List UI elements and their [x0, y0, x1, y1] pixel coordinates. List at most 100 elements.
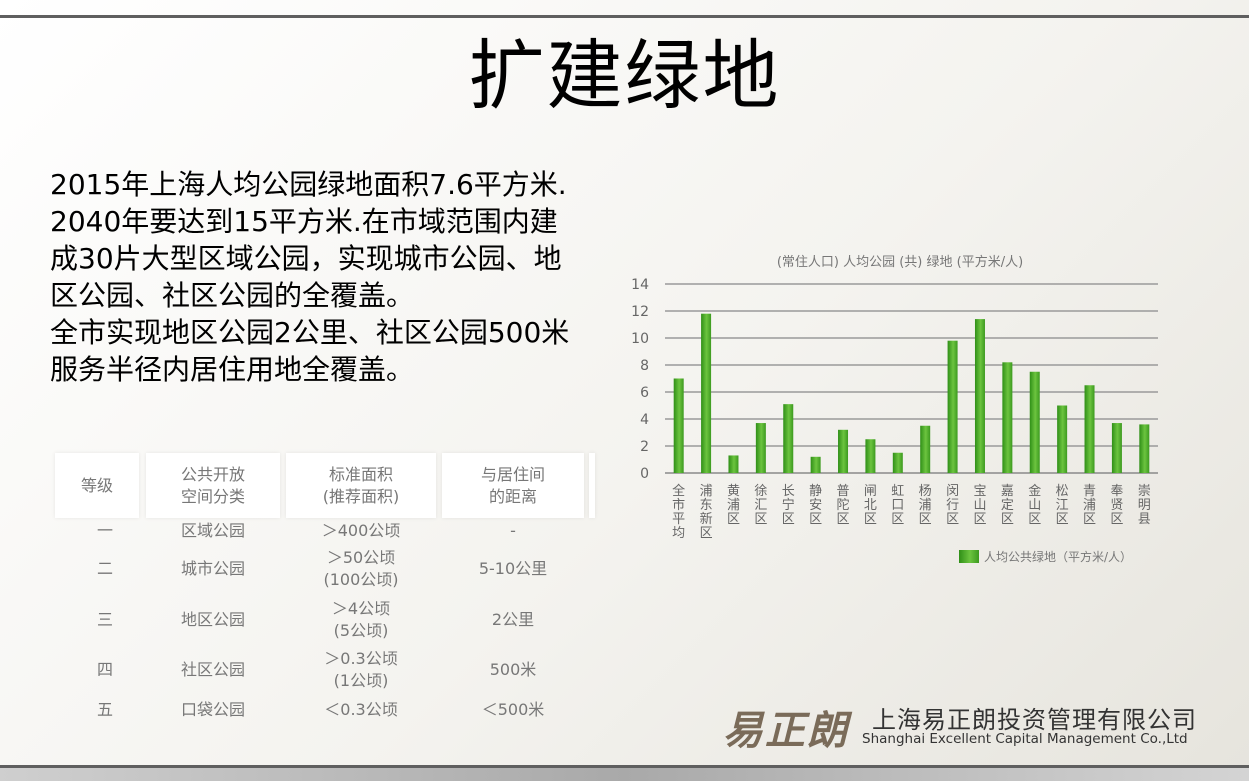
- bottom-strip: [0, 768, 1249, 781]
- bar-7: [865, 439, 876, 473]
- table-header-cell: 等级: [55, 453, 139, 518]
- bar-9: [920, 425, 931, 473]
- y-tick-label: 10: [631, 331, 649, 347]
- bar-2: [728, 455, 739, 473]
- cell-type: 地区公园: [180, 610, 245, 629]
- cell-area: ＜0.3公顷: [286, 695, 436, 725]
- company-name-en: Shanghai Excellent Capital Management Co…: [862, 731, 1188, 747]
- table-row: 四 社区公园 ＞0.3公顷 (1公顷) 500米: [55, 645, 595, 695]
- cell-type: 口袋公园: [180, 700, 245, 719]
- table-row: 五 口袋公园 ＜0.3公顷 ＜500米: [55, 695, 595, 725]
- x-tick-label: 宝山区: [973, 484, 986, 527]
- x-tick-label: 闵行区: [946, 484, 959, 527]
- cell-area-line-2: (1公顷): [333, 671, 389, 690]
- x-tick-label: 普陀区: [837, 484, 850, 527]
- bar-1: [701, 313, 712, 473]
- company-logo-mark: 易正朗: [723, 707, 849, 754]
- bar-15: [1084, 385, 1095, 473]
- chart-legend: 人均公共绿地（平方米/人）: [959, 549, 1132, 564]
- table-header-cell: 标准面积 (推荐面积): [286, 453, 436, 518]
- y-tick-label: 6: [640, 385, 649, 401]
- header-distance-line-1: 与居住间: [480, 464, 545, 484]
- legend-swatch: [959, 550, 979, 563]
- cell-area: ＞0.3公顷 (1公顷): [286, 645, 436, 695]
- bar-8: [892, 452, 903, 473]
- cell-level: 一: [96, 520, 113, 540]
- body-line-3: 全市实现地区公园2公里、社区公园500米服务半径内居住用地全覆盖。: [50, 316, 570, 386]
- x-tick-label: 闸北区: [864, 484, 877, 527]
- cell-area-line-2: (100公顷): [323, 570, 399, 589]
- cell-area-line-1: ＞400公顷: [321, 520, 401, 540]
- x-tick-label: 青浦区: [1083, 484, 1096, 527]
- x-tick-label: 黄浦区: [727, 484, 740, 527]
- cell-distance: 2公里: [491, 610, 535, 629]
- header-distance-line-2: 的距离: [488, 486, 537, 506]
- bar-13: [1029, 371, 1040, 473]
- chart-title: (常住人口) 人均公园 (共) 绿地 (平方米/人): [777, 254, 1023, 270]
- cell-type: 区域公园: [180, 520, 245, 540]
- x-tick-label: 嘉定区: [1001, 484, 1014, 527]
- body-text: 2015年上海人均公园绿地面积7.6平方米. 2040年要达到15平方米.在市域…: [50, 166, 585, 388]
- cell-area: ＞50公顷 (100公顷): [286, 543, 436, 595]
- bar-12: [1002, 362, 1013, 473]
- y-tick-label: 2: [640, 439, 649, 455]
- cell-level: 五: [96, 700, 113, 719]
- cell-level: 三: [96, 610, 113, 629]
- x-tick-label: 全市平均: [672, 483, 685, 541]
- park-standards-table: 等级 公共开放 空间分类 标准面积 (推荐面积) 与居住间 的距离 一 区域公园…: [55, 453, 595, 725]
- bar-5: [810, 456, 821, 473]
- bar-11: [974, 319, 985, 473]
- cell-level: 二: [96, 559, 113, 578]
- x-tick-label: 金山区: [1028, 483, 1041, 527]
- x-tick-label: 崇明县: [1138, 484, 1151, 527]
- bar-0: [673, 378, 684, 473]
- cell-distance: 500米: [489, 660, 537, 679]
- cell-area-line-1: ＞50公顷: [326, 548, 396, 567]
- y-tick-label: 12: [631, 304, 649, 320]
- cell-area-line-1: ＞0.3公顷: [324, 649, 398, 668]
- bar-6: [838, 429, 849, 473]
- x-tick-label: 奉贤区: [1110, 484, 1123, 527]
- page-title: 扩建绿地: [468, 31, 781, 120]
- x-tick-label: 静安区: [809, 484, 822, 527]
- x-tick-label: 虹口区: [891, 484, 904, 527]
- x-tick-label: 杨浦区: [919, 484, 932, 527]
- table-header-cell: 公共开放 空间分类: [146, 453, 280, 518]
- table-row: 一 区域公园 ＞400公顷 -: [55, 518, 595, 543]
- bar-10: [947, 340, 958, 473]
- body-line-2: 2040年要达到15平方米.在市域范围内建成30片大型区域公园，实现城市公园、地…: [50, 205, 562, 312]
- x-tick-label: 长宁区: [782, 484, 795, 527]
- x-tick-label: 浦东新区: [700, 484, 713, 541]
- table-row: 二 城市公园 ＞50公顷 (100公顷) 5-10公里: [55, 543, 595, 595]
- green-space-bar-chart: (常住人口) 人均公园 (共) 绿地 (平方米/人) 0 2 4 6 8 10 12 14 全…: [631, 254, 1158, 564]
- table-row: 三 地区公园 ＞4公顷 (5公顷) 2公里: [55, 595, 595, 645]
- bar-14: [1057, 405, 1068, 473]
- cell-area-line-2: (5公顷): [333, 621, 389, 640]
- table-header-cell: 与居住间 的距离: [442, 453, 584, 518]
- cell-type: 城市公园: [180, 559, 245, 578]
- cell-area-line-1: ＜0.3公顷: [324, 700, 398, 719]
- cell-distance: ＜500米: [481, 700, 545, 719]
- legend-label: 人均公共绿地（平方米/人）: [984, 549, 1132, 564]
- table-header-row: 等级 公共开放 空间分类 标准面积 (推荐面积) 与居住间 的距离: [55, 453, 595, 518]
- cell-area-line-1: ＞4公顷: [331, 599, 391, 618]
- bar-17: [1139, 424, 1150, 473]
- y-tick-label: 14: [631, 277, 649, 293]
- cell-distance: -: [510, 520, 516, 540]
- cell-area: ＞4公顷 (5公顷): [286, 595, 436, 645]
- cell-distance: 5-10公里: [478, 559, 548, 578]
- bar-16: [1111, 423, 1122, 473]
- header-area-line-1: 标准面积: [328, 464, 393, 484]
- header-type-line-1: 公共开放: [180, 464, 245, 484]
- bar-4: [783, 404, 794, 473]
- header-area-line-2: (推荐面积): [322, 486, 400, 506]
- cell-type: 社区公园: [180, 660, 245, 679]
- y-tick-label: 4: [640, 412, 649, 428]
- cell-area: ＞400公顷: [286, 518, 436, 543]
- bar-3: [755, 423, 766, 473]
- cell-level: 四: [96, 660, 113, 679]
- table-header-edge: [589, 453, 595, 518]
- y-tick-label: 0: [640, 466, 649, 482]
- x-tick-label: 松江区: [1056, 484, 1069, 527]
- company-name-cn: 上海易正朗投资管理有限公司: [872, 706, 1197, 734]
